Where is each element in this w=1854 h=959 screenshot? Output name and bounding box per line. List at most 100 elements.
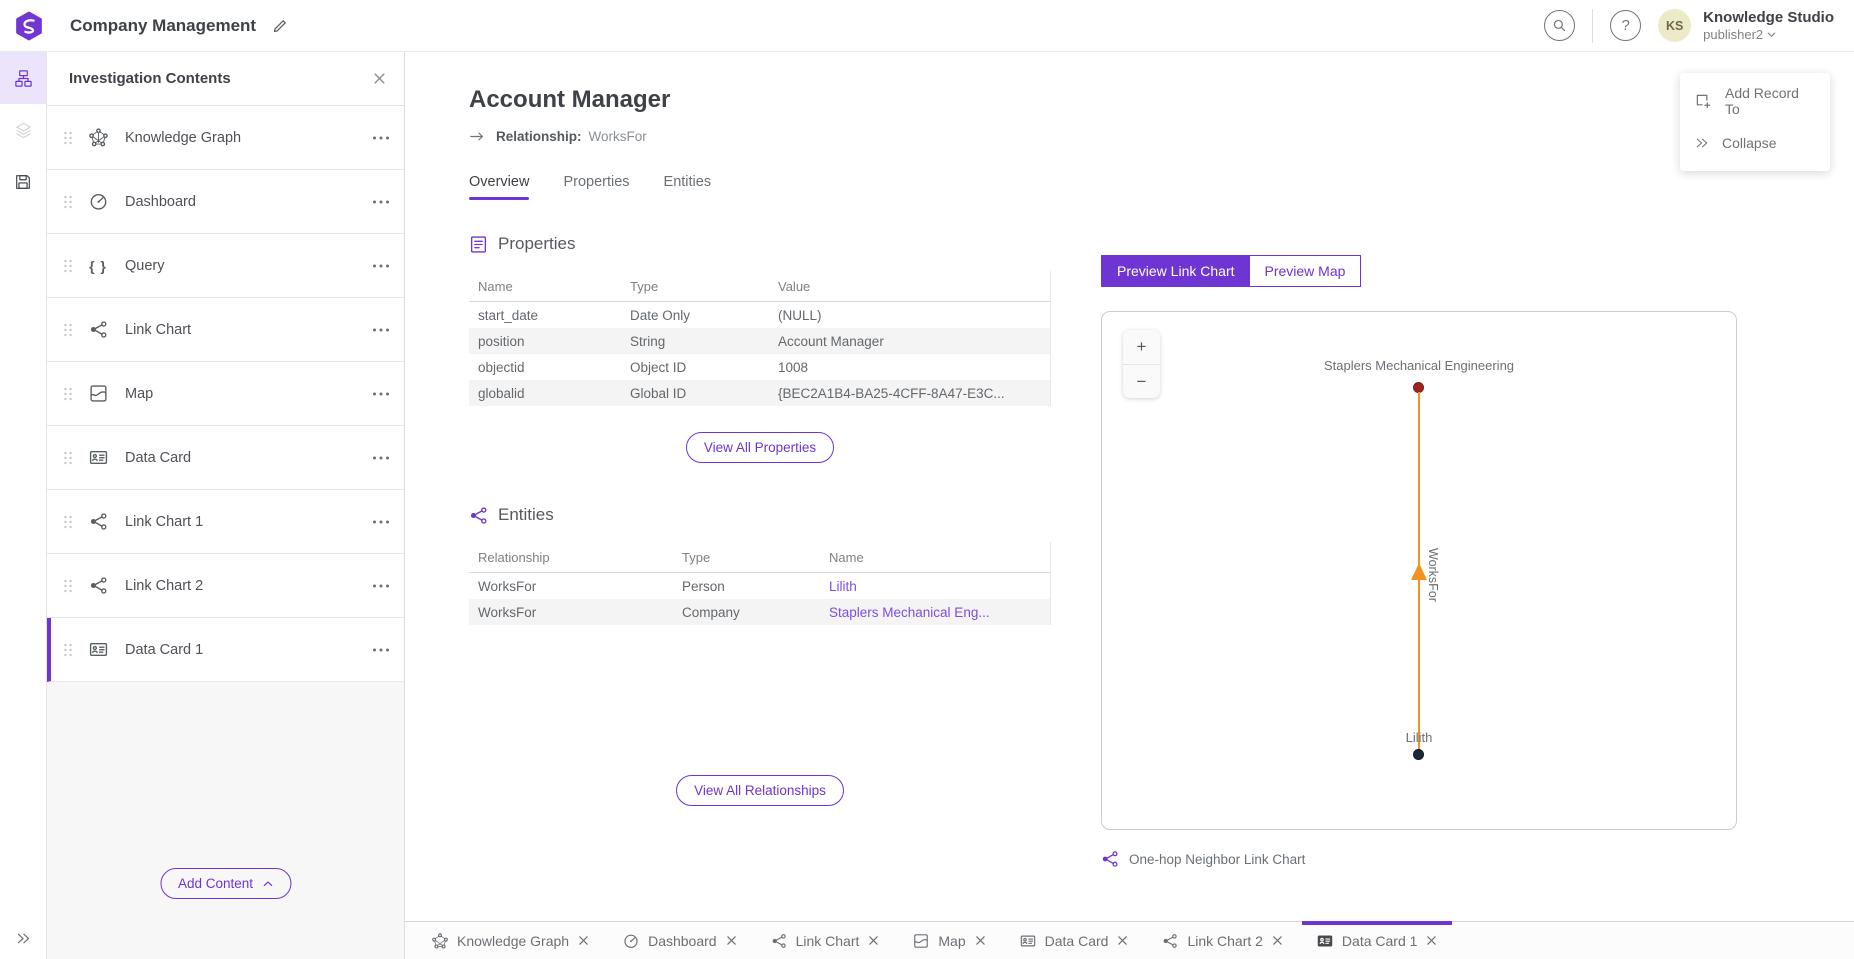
- menu-item-add-record-to[interactable]: Add Record To: [1680, 80, 1830, 122]
- dashboard-icon: [83, 192, 113, 211]
- link-chart-icon: [1162, 933, 1178, 949]
- drag-handle-icon[interactable]: [57, 193, 79, 211]
- view-all-properties-button[interactable]: View All Properties: [686, 432, 834, 463]
- preview-toggle-group: Preview Link Chart Preview Map: [1101, 255, 1361, 287]
- tab-properties[interactable]: Properties: [563, 174, 629, 200]
- item-options-button[interactable]: [372, 583, 390, 589]
- user-name: Knowledge Studio: [1703, 9, 1834, 27]
- close-tab-icon[interactable]: [578, 935, 589, 946]
- drag-handle-icon[interactable]: [57, 257, 79, 275]
- column-header: Name: [478, 279, 630, 294]
- item-options-button[interactable]: [372, 263, 390, 269]
- header-actions: ? KS Knowledge Studio publisher2: [1544, 9, 1834, 43]
- bottom-tab-map[interactable]: Map: [896, 922, 1002, 959]
- sidebar-item-link-chart[interactable]: Link Chart: [47, 298, 404, 362]
- help-button[interactable]: ?: [1610, 10, 1641, 41]
- column-header: Value: [778, 279, 1050, 294]
- entity-link[interactable]: Lilith: [829, 579, 857, 594]
- close-tab-icon[interactable]: [975, 935, 986, 946]
- item-options-button[interactable]: [372, 391, 390, 397]
- search-button[interactable]: [1544, 10, 1575, 41]
- bottom-tab-link-chart-2[interactable]: Link Chart 2: [1145, 922, 1299, 959]
- bottom-tab-data-card-1[interactable]: Data Card 1: [1300, 922, 1454, 959]
- sidebar-item-label: Link Chart: [125, 322, 368, 338]
- table-row[interactable]: start_date Date Only (NULL): [469, 302, 1050, 328]
- drag-handle-icon[interactable]: [57, 385, 79, 403]
- view-all-relationships-button[interactable]: View All Relationships: [676, 775, 844, 806]
- edit-title-icon[interactable]: [272, 17, 289, 34]
- entity-link[interactable]: Staplers Mechanical Eng...: [829, 605, 990, 620]
- bottom-tab-data-card[interactable]: Data Card: [1003, 922, 1146, 959]
- layers-icon: [14, 121, 33, 140]
- drag-handle-icon[interactable]: [57, 513, 79, 531]
- record-detail-panel: Account Manager Relationship: WorksFor O…: [405, 52, 1854, 921]
- table-row[interactable]: WorksFor Person Lilith: [469, 573, 1050, 599]
- close-tab-icon[interactable]: [868, 935, 879, 946]
- close-sidebar-icon[interactable]: [373, 72, 386, 85]
- close-tab-icon[interactable]: [1426, 935, 1437, 946]
- tab-overview[interactable]: Overview: [469, 174, 529, 200]
- properties-section-header: Properties: [469, 234, 1051, 254]
- close-tab-icon[interactable]: [1117, 935, 1128, 946]
- bottom-tab-knowledge-graph[interactable]: Knowledge Graph: [415, 922, 606, 959]
- item-options-button[interactable]: [372, 199, 390, 205]
- table-row[interactable]: position String Account Manager: [469, 328, 1050, 354]
- tab-entities[interactable]: Entities: [664, 174, 712, 200]
- investigation-contents-panel: Investigation Contents Knowledge Graph D…: [47, 52, 405, 959]
- bottom-tab-dashboard[interactable]: Dashboard: [606, 922, 754, 959]
- sidebar-item-label: Data Card 1: [125, 642, 368, 658]
- item-options-button[interactable]: [372, 455, 390, 461]
- item-options-button[interactable]: [372, 647, 390, 653]
- preview-link-chart-toggle[interactable]: Preview Link Chart: [1102, 256, 1250, 286]
- item-options-button[interactable]: [372, 135, 390, 141]
- record-overview-column: Account Manager Relationship: WorksFor O…: [469, 86, 1051, 806]
- hierarchy-icon: [14, 69, 33, 88]
- properties-form-icon: [469, 235, 488, 254]
- sidebar-item-knowledge-graph[interactable]: Knowledge Graph: [47, 106, 404, 170]
- table-row[interactable]: WorksFor Company Staplers Mechanical Eng…: [469, 599, 1050, 625]
- drag-handle-icon[interactable]: [57, 577, 79, 595]
- double-chevron-right-icon: [16, 932, 31, 945]
- expand-panel-button[interactable]: [0, 932, 46, 945]
- close-tab-icon[interactable]: [726, 935, 737, 946]
- sidebar-item-dashboard[interactable]: Dashboard: [47, 170, 404, 234]
- link-chart-icon: [771, 933, 787, 949]
- menu-item-collapse[interactable]: Collapse: [1680, 122, 1830, 164]
- column-header: Type: [682, 550, 829, 565]
- item-options-button[interactable]: [372, 327, 390, 333]
- rail-layers-button[interactable]: [0, 104, 46, 156]
- item-options-button[interactable]: [372, 519, 390, 525]
- zoom-out-button[interactable]: −: [1123, 364, 1160, 398]
- drag-handle-icon[interactable]: [57, 641, 79, 659]
- bottom-tab-link-chart[interactable]: Link Chart: [754, 922, 897, 959]
- drag-handle-icon[interactable]: [57, 449, 79, 467]
- search-icon: [1552, 18, 1567, 33]
- preview-map-toggle[interactable]: Preview Map: [1250, 256, 1361, 286]
- add-content-button[interactable]: Add Content: [160, 868, 291, 899]
- header-divider: [1592, 9, 1593, 43]
- link-chart-canvas[interactable]: + − Staplers Mechanical Engineering Work…: [1101, 311, 1737, 830]
- sidebar-item-data-card-1[interactable]: Data Card 1: [47, 618, 404, 682]
- table-row[interactable]: objectid Object ID 1008: [469, 354, 1050, 380]
- close-tab-icon[interactable]: [1272, 935, 1283, 946]
- drag-handle-icon[interactable]: [57, 129, 79, 147]
- zoom-in-button[interactable]: +: [1123, 330, 1160, 364]
- sidebar-item-link-chart-2[interactable]: Link Chart 2: [47, 554, 404, 618]
- question-mark-icon: ?: [1622, 17, 1630, 34]
- drag-handle-icon[interactable]: [57, 321, 79, 339]
- knowledge-graph-icon: [432, 933, 448, 949]
- properties-table: Name Type Value start_date Date Only (NU…: [469, 271, 1051, 406]
- chart-node-person[interactable]: [1413, 749, 1424, 760]
- sidebar-item-link-chart-1[interactable]: Link Chart 1: [47, 490, 404, 554]
- preview-column: Preview Link Chart Preview Map + − Stapl…: [1101, 255, 1737, 868]
- chevron-down-icon: [1767, 32, 1776, 38]
- table-row[interactable]: globalid Global ID {BEC2A1B4-BA25-4CFF-8…: [469, 380, 1050, 406]
- rail-investigation-contents-button[interactable]: [0, 52, 46, 104]
- sidebar-item-data-card[interactable]: Data Card: [47, 426, 404, 490]
- avatar[interactable]: KS: [1658, 9, 1691, 42]
- rail-save-button[interactable]: [0, 156, 46, 208]
- sidebar-item-query[interactable]: { } Query: [47, 234, 404, 298]
- user-menu[interactable]: Knowledge Studio publisher2: [1703, 9, 1834, 43]
- page-title: Account Manager: [469, 86, 1051, 114]
- sidebar-item-map[interactable]: Map: [47, 362, 404, 426]
